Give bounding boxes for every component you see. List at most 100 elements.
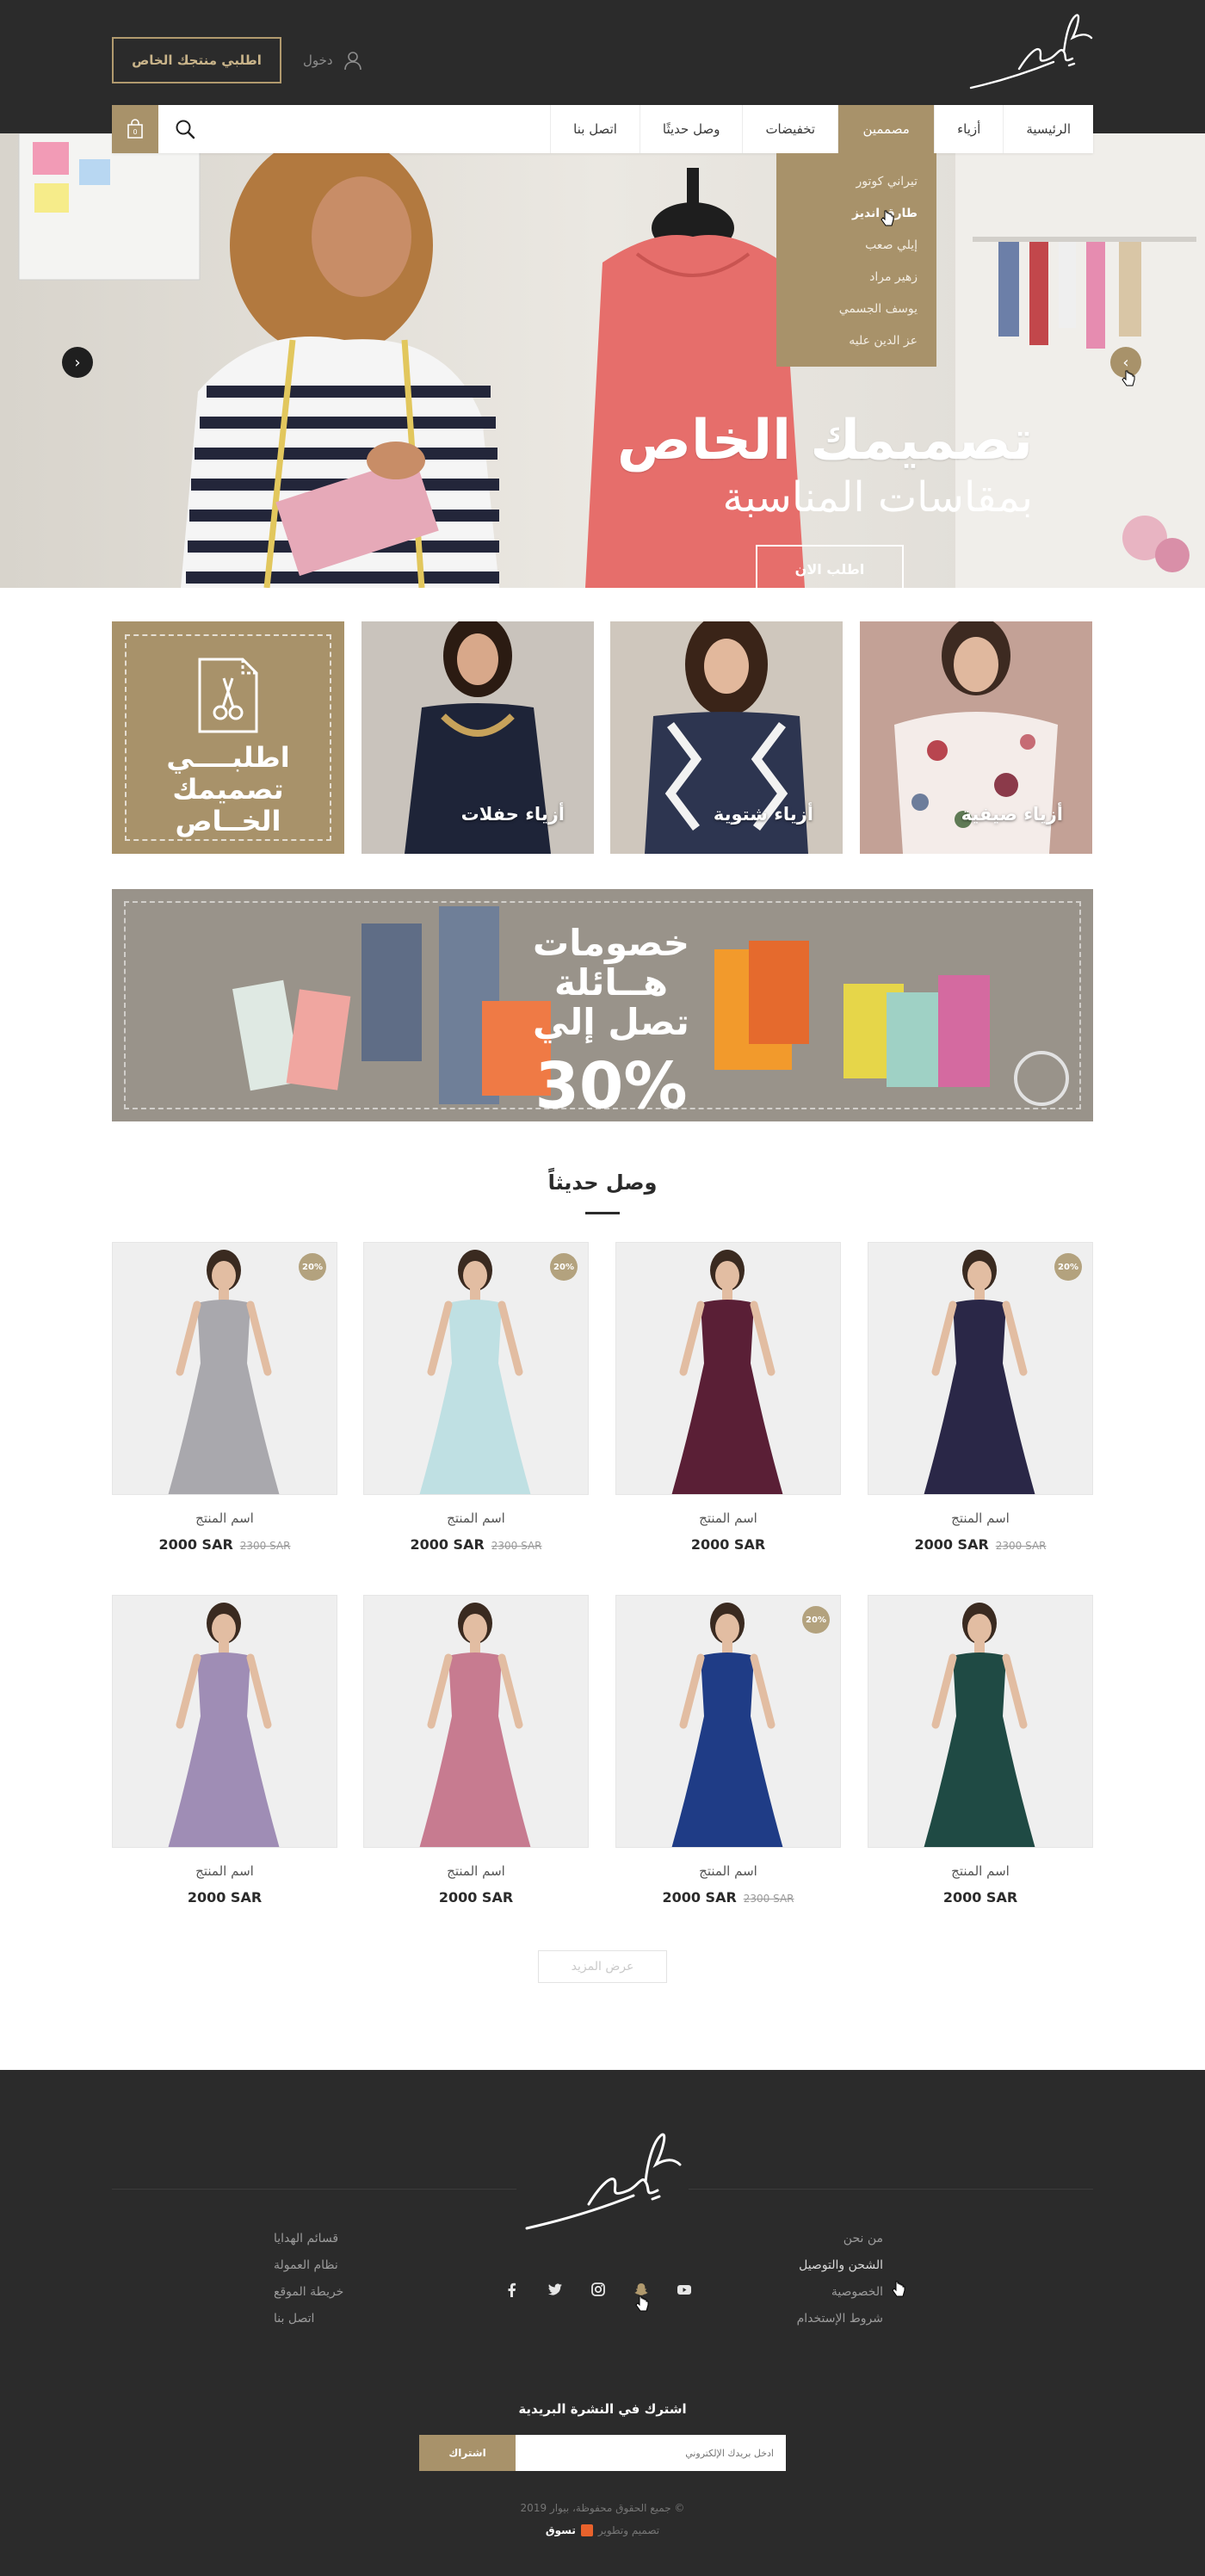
hero-title: تصميمك الخاص: [616, 409, 1033, 473]
product-card[interactable]: اسم المنتج 2000 SAR: [615, 1242, 841, 1553]
footer-link[interactable]: من نحن: [797, 2232, 883, 2246]
product-image[interactable]: [112, 1595, 337, 1848]
product-photo: [616, 1243, 840, 1494]
price-old: 2300 SAR: [491, 1540, 542, 1552]
custom-product-button[interactable]: اطلبي منتجك الخاص: [112, 37, 281, 83]
nav-item-fashion[interactable]: أزياء: [934, 105, 1003, 153]
instagram-icon[interactable]: [590, 2281, 607, 2298]
promo-line: خصومات: [533, 922, 689, 964]
dropdown-item[interactable]: تيراني كوتور: [776, 165, 936, 197]
product-name[interactable]: اسم المنتج: [112, 1863, 337, 1879]
site-footer: من نحن الشحن والتوصيل الخصوصية شروط الإس…: [0, 2070, 1205, 2576]
custom-design-tile[interactable]: اطلبــــي تصميمك الخــاص: [112, 621, 344, 854]
nav-item-contact[interactable]: اتصل بنا: [550, 105, 640, 153]
product-price: 2000 SAR 2300 SAR: [363, 1536, 589, 1553]
footer-divider: [112, 2189, 516, 2190]
product-name[interactable]: اسم المنتج: [363, 1510, 589, 1526]
product-name[interactable]: اسم المنتج: [363, 1863, 589, 1879]
product-card[interactable]: 20% اسم المنتج 2000 SAR 2300 SAR: [615, 1595, 841, 1906]
product-card[interactable]: اسم المنتج 2000 SAR: [868, 1595, 1093, 1906]
product-price: 2000 SAR 2300 SAR: [615, 1889, 841, 1906]
product-image[interactable]: [363, 1595, 589, 1848]
designers-dropdown: تيراني كوتور طارق انديز إيلي صعب زهير مر…: [776, 153, 936, 367]
load-more-button[interactable]: عرض المزيد: [538, 1950, 667, 1983]
discount-badge: 20%: [299, 1253, 326, 1281]
newsletter-form: اشتراك: [419, 2435, 786, 2471]
product-image[interactable]: 20%: [112, 1242, 337, 1495]
cart-count: 0: [133, 128, 137, 136]
footer-link[interactable]: شروط الإستخدام: [797, 2312, 883, 2326]
footer-link[interactable]: اتصل بنا: [274, 2312, 343, 2326]
nav-item-home[interactable]: الرئيسية: [1003, 105, 1093, 153]
footer-link[interactable]: الخصوصية: [797, 2285, 883, 2299]
promo-percent: 30%: [535, 1049, 688, 1121]
slider-prev-arrow-icon[interactable]: ‹: [62, 347, 93, 378]
product-card[interactable]: 20% اسم المنتج 2000 SAR 2300 SAR: [112, 1242, 337, 1553]
product-photo: [113, 1243, 337, 1494]
footer-col-links: قسائم الهدايا نظام العمولة خريطة الموقع …: [274, 2232, 343, 2326]
product-image[interactable]: [615, 1242, 841, 1495]
main-nav: الرئيسية أزياء مصممين تخفيضات وصل حديثًا…: [112, 105, 1093, 153]
newsletter-title: اشترك في النشرة البريدية: [518, 2401, 687, 2417]
product-name[interactable]: اسم المنتج: [112, 1510, 337, 1526]
nav-item-designers[interactable]: مصممين: [837, 105, 935, 153]
discount-badge: 20%: [802, 1606, 830, 1634]
footer-logo[interactable]: [522, 2130, 685, 2233]
cart-icon: 0: [127, 119, 143, 139]
product-photo: [364, 1243, 588, 1494]
product-card[interactable]: اسم المنتج 2000 SAR: [363, 1595, 589, 1906]
promo-banner[interactable]: خصومات هــائلة تصل إلي 30%: [112, 889, 1093, 1121]
footer-link[interactable]: الشحن والتوصيل: [797, 2258, 883, 2272]
product-photo: [364, 1596, 588, 1847]
product-name[interactable]: اسم المنتج: [615, 1510, 841, 1526]
tile-line: تصميمك: [172, 772, 284, 806]
product-name[interactable]: اسم المنتج: [868, 1510, 1093, 1526]
footer-link[interactable]: خريطة الموقع: [274, 2285, 343, 2299]
product-price: 2000 SAR 2300 SAR: [112, 1536, 337, 1553]
dropdown-item[interactable]: يوسف الجسمي: [776, 293, 936, 324]
category-summer[interactable]: أزياء صيفية: [860, 621, 1092, 854]
price-current: 2000 SAR: [438, 1889, 514, 1906]
dropdown-item[interactable]: إيلي صعب: [776, 229, 936, 261]
credits-brand[interactable]: تسوق: [546, 2524, 576, 2536]
search-button[interactable]: [158, 105, 212, 153]
product-card[interactable]: 20% اسم المنتج 2000 SAR 2300 SAR: [363, 1242, 589, 1553]
dropdown-item[interactable]: عز الدين عليه: [776, 324, 936, 356]
product-card[interactable]: 20% اسم المنتج 2000 SAR 2300 SAR: [868, 1242, 1093, 1553]
price-current: 2000 SAR: [690, 1536, 766, 1553]
product-price: 2000 SAR: [112, 1889, 337, 1906]
product-image[interactable]: [868, 1595, 1093, 1848]
footer-link[interactable]: قسائم الهدايا: [274, 2232, 343, 2246]
product-name[interactable]: اسم المنتج: [615, 1863, 841, 1879]
cart-button[interactable]: 0: [112, 105, 158, 153]
hero-order-button[interactable]: اطلب الان: [756, 545, 904, 588]
newsletter-email-input[interactable]: [516, 2435, 786, 2471]
hand-cursor-icon: [635, 2295, 649, 2312]
twitter-icon[interactable]: [547, 2281, 564, 2298]
promo-text: خصومات هــائلة تصل إلي: [525, 922, 697, 1043]
price-old: 2300 SAR: [239, 1540, 291, 1552]
product-name[interactable]: اسم المنتج: [868, 1863, 1093, 1879]
newsletter-subscribe-button[interactable]: اشتراك: [419, 2435, 516, 2471]
youtube-icon[interactable]: [676, 2281, 693, 2298]
dropdown-item[interactable]: زهير مراد: [776, 261, 936, 293]
category-party[interactable]: أزياء حفلات: [362, 621, 594, 854]
login-link[interactable]: دخول: [303, 47, 364, 73]
product-image[interactable]: 20%: [868, 1242, 1093, 1495]
category-winter[interactable]: أزياء شتوية: [610, 621, 843, 854]
credits-logo-icon: [580, 2524, 593, 2536]
product-image[interactable]: 20%: [615, 1595, 841, 1848]
product-card[interactable]: اسم المنتج 2000 SAR: [112, 1595, 337, 1906]
footer-link[interactable]: نظام العمولة: [274, 2258, 343, 2272]
facebook-icon[interactable]: [504, 2281, 521, 2298]
nav-item-new-arrivals[interactable]: وصل حديثًا: [639, 105, 743, 153]
dropdown-item[interactable]: طارق انديز: [776, 197, 936, 229]
price-old: 2300 SAR: [743, 1893, 794, 1905]
product-image[interactable]: 20%: [363, 1242, 589, 1495]
category-label: أزياء حفلات: [460, 804, 565, 825]
tile-line: الخــاص: [175, 804, 281, 837]
discount-badge: 20%: [550, 1253, 578, 1281]
brand-logo[interactable]: [967, 12, 1095, 91]
nav-item-sales[interactable]: تخفيضات: [742, 105, 837, 153]
copyright: © جميع الحقوق محفوظة، بيوار 2019: [520, 2502, 685, 2514]
